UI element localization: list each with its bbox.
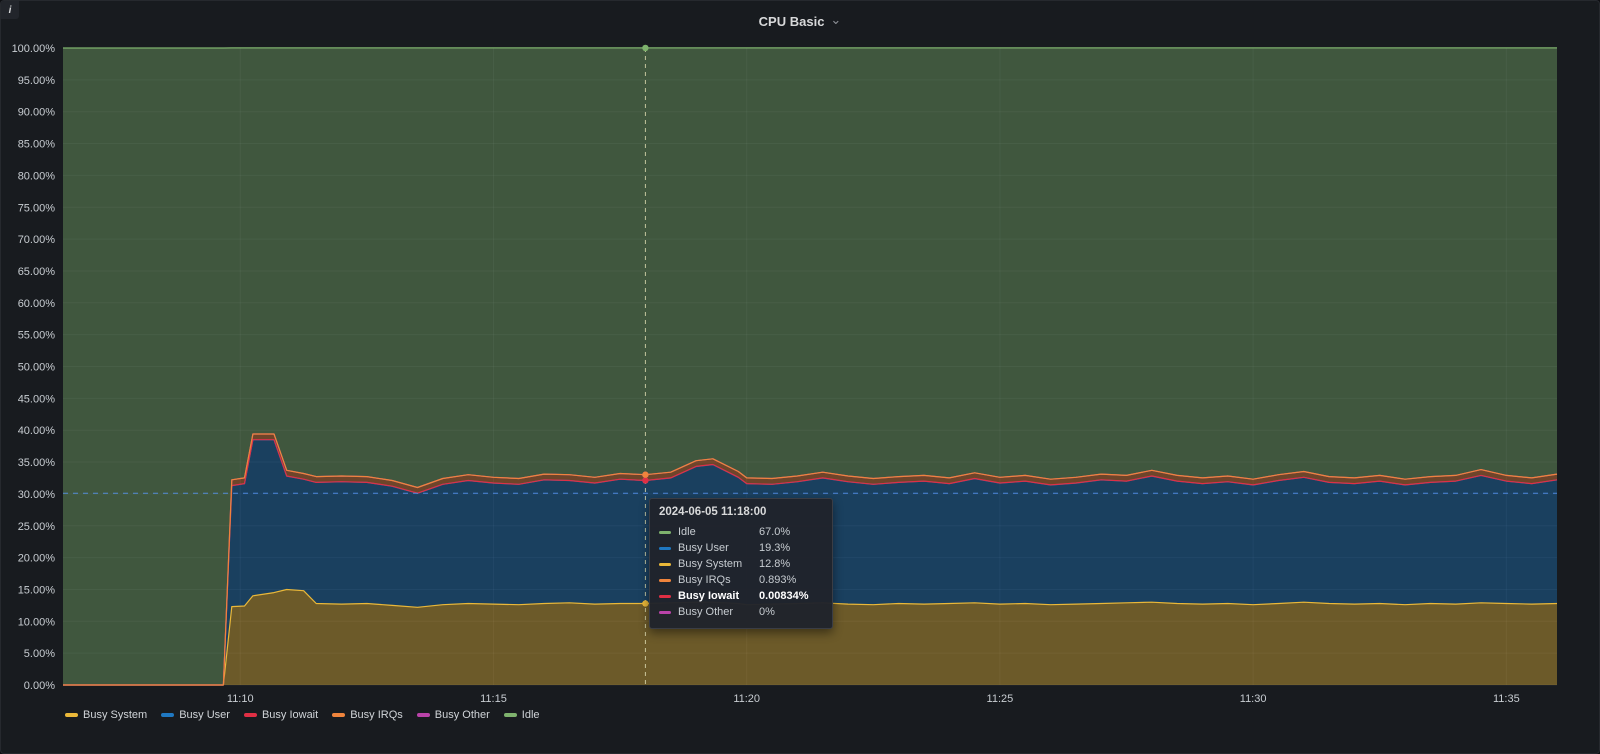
crosshair-dot-busy-iowait	[642, 477, 649, 484]
tooltip-row-busy-system: Busy System 12.8%	[659, 556, 823, 572]
legend-label: Busy IRQs	[350, 709, 403, 721]
cpu-basic-panel: i CPU Basic ⌄ 0.00% 5.00% 10.00% 15.00% 20.0…	[0, 0, 1600, 754]
grafana-page: { "panel": { "title": "CPU Basic" }, "ic…	[0, 0, 1600, 754]
tooltip-title: 2024-06-05 11:18:00	[659, 506, 767, 518]
x-axis-label: 11:35	[1493, 693, 1520, 705]
y-axis-label: 40.00%	[18, 425, 56, 437]
legend-color-marker	[503, 713, 517, 717]
tooltip-row-label: Busy Iowait	[678, 590, 740, 602]
y-axis-label: 5.00%	[24, 648, 55, 660]
y-axis-label: 30.00%	[18, 489, 56, 501]
legend-color-marker	[243, 713, 257, 717]
tooltip-row-busy-iowait: Busy Iowait 0.00834%	[659, 588, 823, 604]
tooltip-row-value: 19.3%	[759, 542, 791, 554]
y-axis-label: 20.00%	[18, 553, 56, 565]
series-color-marker	[659, 594, 671, 598]
panel-header[interactable]: CPU Basic ⌄	[1, 1, 1599, 41]
legend-item-busy-irqs[interactable]: Busy IRQs	[332, 709, 403, 721]
y-axis-label: 80.00%	[18, 170, 56, 182]
chevron-down-icon: ⌄	[830, 11, 842, 27]
y-axis-label: 90.00%	[18, 107, 56, 119]
tooltip-row-busy-other: Busy Other 0%	[659, 604, 823, 620]
legend-color-marker	[416, 713, 430, 717]
legend-color-marker	[65, 713, 78, 717]
y-axis-label: 65.00%	[18, 266, 56, 278]
x-axis-label: 11:20	[733, 693, 760, 705]
tooltip-row-value: 0.00834%	[759, 590, 809, 602]
panel-title[interactable]: CPU Basic	[759, 14, 825, 29]
crosshair-dot-idle	[642, 44, 649, 52]
legend-item-busy-user[interactable]: Busy User	[161, 709, 230, 721]
series-color-marker	[659, 546, 671, 550]
y-axis-label: 55.00%	[18, 330, 56, 342]
crosshair-dot-busy-irqs	[642, 471, 649, 478]
x-axis-label: 11:10	[227, 693, 254, 705]
tooltip-row-busy-irqs: Busy IRQs 0.893%	[659, 572, 823, 588]
tooltip-row-value: 67.0%	[759, 526, 791, 538]
legend-color-marker	[161, 713, 175, 717]
legend-item-idle[interactable]: Idle	[503, 709, 540, 721]
legend-label: Idle	[521, 709, 540, 721]
y-axis-label: 75.00%	[18, 202, 56, 214]
tooltip-row-value: 0.893%	[759, 574, 797, 586]
legend-label: Busy Iowait	[261, 709, 319, 721]
y-axis-label: 85.00%	[18, 139, 56, 151]
tooltip-row-idle: Idle 67.0%	[659, 524, 823, 540]
tooltip-row-label: Busy Other	[678, 606, 734, 618]
y-axis-label: 95.00%	[18, 75, 56, 87]
panel-info-icon[interactable]: i	[1, 1, 19, 19]
series-color-marker	[659, 530, 671, 534]
y-axis-label: 100.00%	[12, 43, 56, 55]
legend-item-busy-iowait[interactable]: Busy Iowait	[243, 709, 319, 721]
legend: Busy System Busy User Busy Iowait Busy I…	[65, 706, 540, 724]
tooltip-row-label: Busy System	[678, 558, 743, 570]
y-axis-label: 0.00%	[24, 680, 55, 692]
series-color-marker	[659, 562, 671, 566]
legend-item-busy-system[interactable]: Busy System	[65, 709, 147, 721]
tooltip-row-label: Busy IRQs	[678, 574, 731, 586]
legend-label: Busy System	[83, 709, 148, 721]
y-axis-label: 15.00%	[18, 584, 56, 596]
y-axis-label: 45.00%	[18, 393, 56, 405]
x-axis-label: 11:15	[480, 693, 507, 705]
tooltip-row-label: Busy User	[678, 542, 729, 554]
tooltip-row-label: Idle	[678, 526, 696, 538]
y-axis-label: 10.00%	[18, 616, 56, 628]
series-color-marker	[659, 610, 671, 614]
series-color-marker	[659, 578, 671, 582]
y-axis-label: 25.00%	[18, 521, 56, 533]
tooltip-row-busy-user: Busy User 19.3%	[659, 540, 823, 556]
y-axis-label: 60.00%	[18, 298, 56, 310]
chart-canvas[interactable]: 0.00% 5.00% 10.00% 15.00% 20.00% 25.00% 30.00%…	[1, 1, 1600, 754]
legend-label: Busy Other	[434, 709, 490, 721]
legend-color-marker	[332, 713, 346, 717]
crosshair-dot-busy-system	[642, 600, 649, 607]
tooltip-row-value: 12.8%	[759, 558, 791, 570]
x-axis-label: 11:25	[987, 693, 1014, 705]
tooltip-row-value: 0%	[759, 606, 775, 618]
legend-item-busy-other[interactable]: Busy Other	[416, 709, 490, 721]
y-axis-label: 50.00%	[18, 362, 56, 374]
legend-label: Busy User	[179, 709, 230, 721]
y-axis-label: 35.00%	[18, 457, 56, 469]
tooltip: 2024-06-05 11:18:00 Idle 67.0% Busy User…	[649, 498, 833, 629]
x-axis-label: 11:30	[1240, 693, 1267, 705]
y-axis-label: 70.00%	[18, 234, 56, 246]
